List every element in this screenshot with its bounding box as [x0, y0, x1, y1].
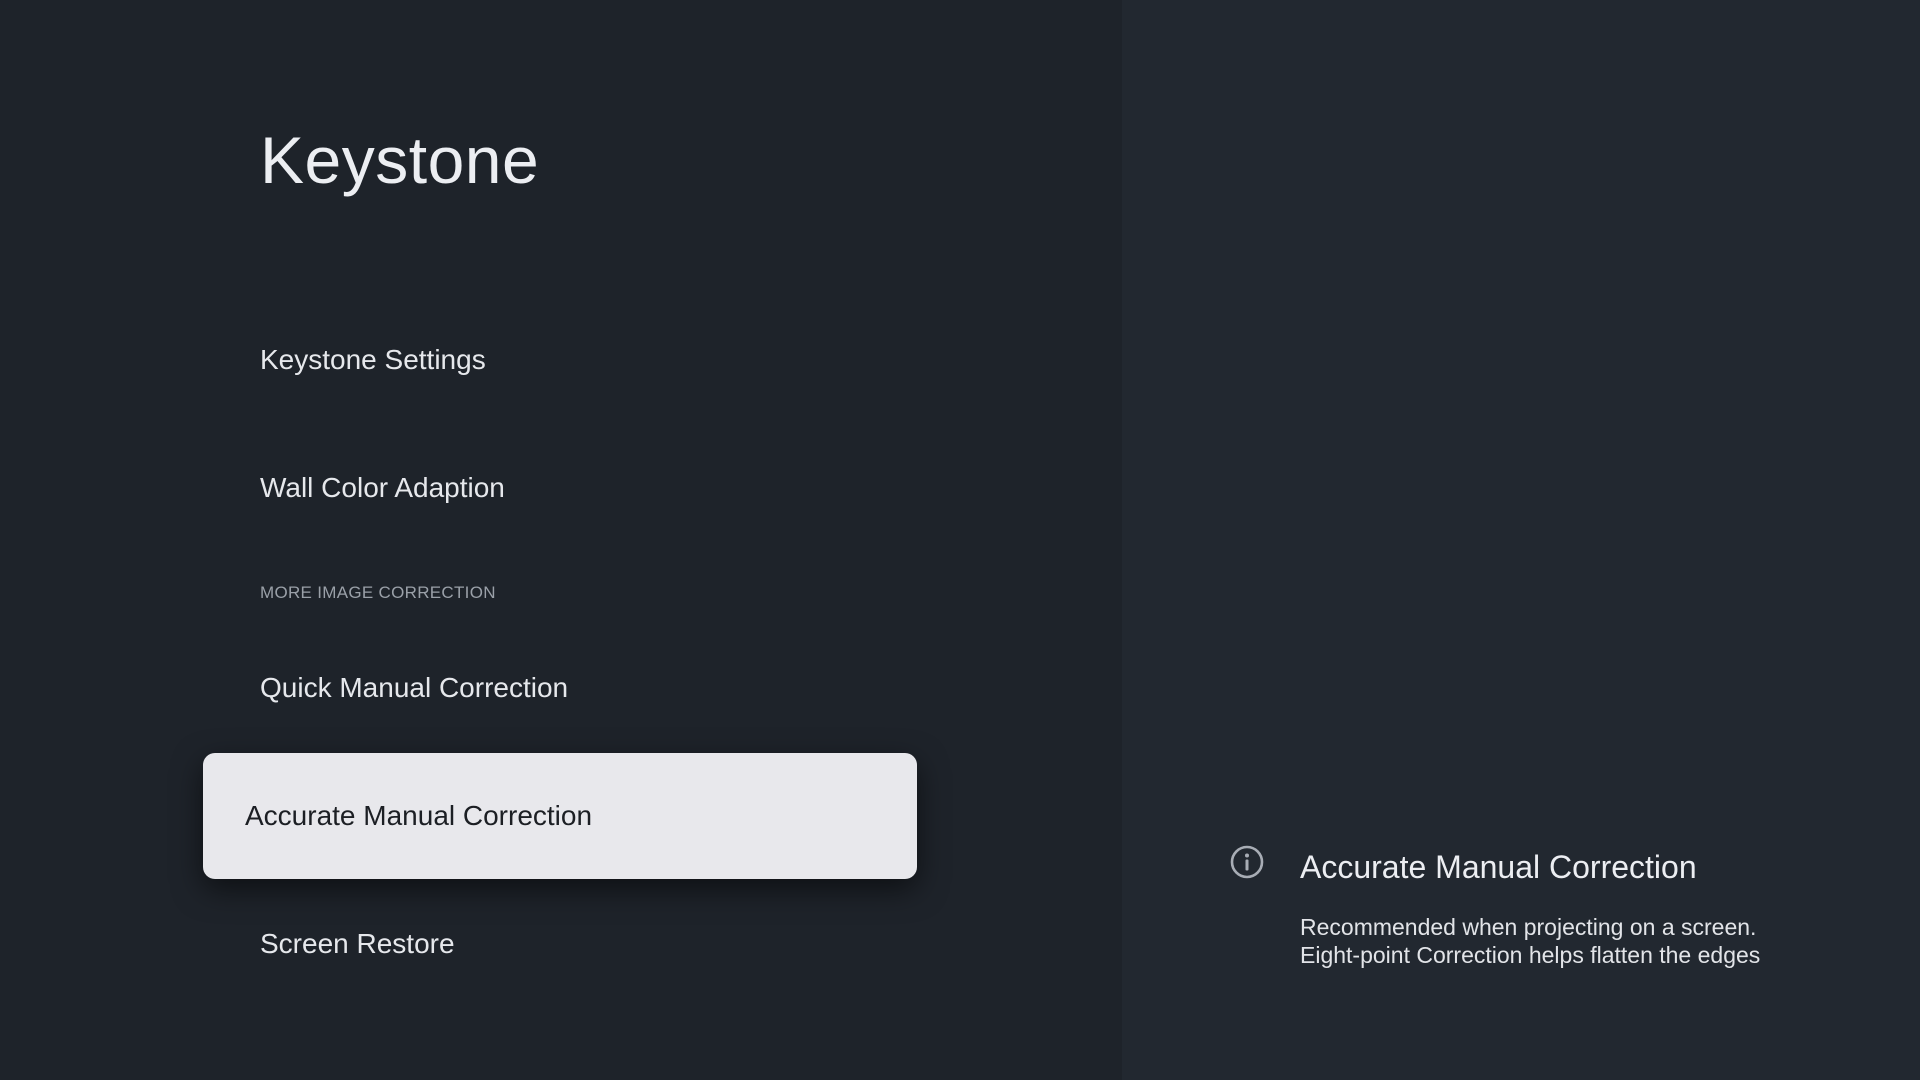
keystone-screen: Keystone Keystone Settings Wall Color Ad… — [0, 0, 1920, 1080]
section-header-more-image-correction: MORE IMAGE CORRECTION — [260, 583, 496, 602]
info-description: Recommended when projecting on a screen.… — [1300, 913, 1860, 969]
menu-item-quick-manual-correction[interactable]: Quick Manual Correction — [260, 670, 568, 706]
menu-item-keystone-settings[interactable]: Keystone Settings — [260, 342, 486, 378]
info-title: Accurate Manual Correction — [1300, 849, 1697, 885]
info-description-line: Recommended when projecting on a screen. — [1300, 914, 1757, 940]
menu-item-accurate-manual-correction[interactable]: Accurate Manual Correction — [203, 753, 917, 879]
menu-item-wall-color-adaption[interactable]: Wall Color Adaption — [260, 470, 505, 506]
page-title: Keystone — [260, 123, 540, 197]
menu-item-screen-restore[interactable]: Screen Restore — [260, 926, 455, 962]
settings-list-panel: Keystone Keystone Settings Wall Color Ad… — [0, 0, 1122, 1080]
menu-item-label: Accurate Manual Correction — [245, 800, 593, 831]
info-icon — [1230, 845, 1264, 879]
info-description-line: Eight-point Correction helps flatten the… — [1300, 942, 1761, 968]
